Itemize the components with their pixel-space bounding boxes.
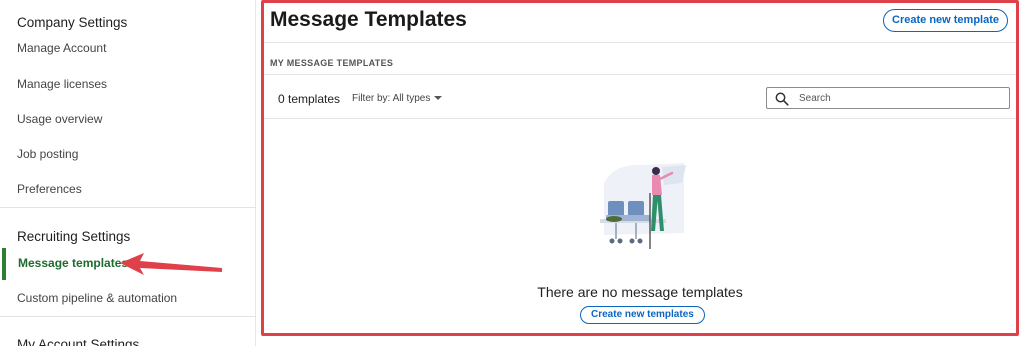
company-settings-heading: Company Settings: [17, 15, 128, 30]
header-divider: [264, 42, 1016, 43]
sidebar-item-manage-account[interactable]: Manage Account: [17, 41, 106, 55]
sidebar-item-custom-pipeline[interactable]: Custom pipeline & automation: [17, 291, 177, 305]
empty-state-illustration: [600, 163, 686, 249]
empty-state-message: There are no message templates: [537, 284, 743, 300]
sidebar-item-job-posting[interactable]: Job posting: [17, 147, 78, 161]
section-divider: [264, 74, 1016, 75]
template-count: 0 templates: [278, 92, 341, 106]
sidebar-item-preferences[interactable]: Preferences: [17, 182, 82, 196]
filter-label: Filter by: All types: [352, 93, 431, 104]
sidebar-item-usage-overview[interactable]: Usage overview: [17, 112, 102, 126]
sidebar-divider: [0, 207, 256, 208]
search-input[interactable]: [799, 90, 999, 106]
active-indicator: [2, 248, 6, 280]
search-box[interactable]: [766, 87, 1010, 109]
page: Company Settings Manage Account Manage l…: [0, 0, 1024, 346]
arrow-left-icon: [120, 253, 222, 275]
toolbar-divider: [264, 118, 1016, 119]
my-account-settings-heading: My Account Settings: [17, 337, 140, 346]
caret-down-icon: [434, 96, 443, 101]
create-new-template-button[interactable]: Create new template: [883, 9, 1008, 32]
sidebar-divider: [0, 316, 256, 317]
recruiting-settings-heading: Recruiting Settings: [17, 229, 131, 244]
page-title: Message Templates: [270, 8, 467, 31]
sidebar-item-manage-licenses[interactable]: Manage licenses: [17, 77, 107, 91]
search-icon: [775, 92, 789, 106]
create-new-templates-button[interactable]: Create new templates: [580, 306, 705, 324]
message-templates-panel: Message Templates Create new template MY…: [261, 0, 1019, 336]
filter-dropdown[interactable]: Filter by: All types: [352, 93, 443, 104]
settings-sidebar: Company Settings Manage Account Manage l…: [0, 0, 256, 346]
sidebar-item-message-templates[interactable]: Message templates: [18, 256, 128, 270]
section-label: MY MESSAGE TEMPLATES: [270, 58, 394, 68]
